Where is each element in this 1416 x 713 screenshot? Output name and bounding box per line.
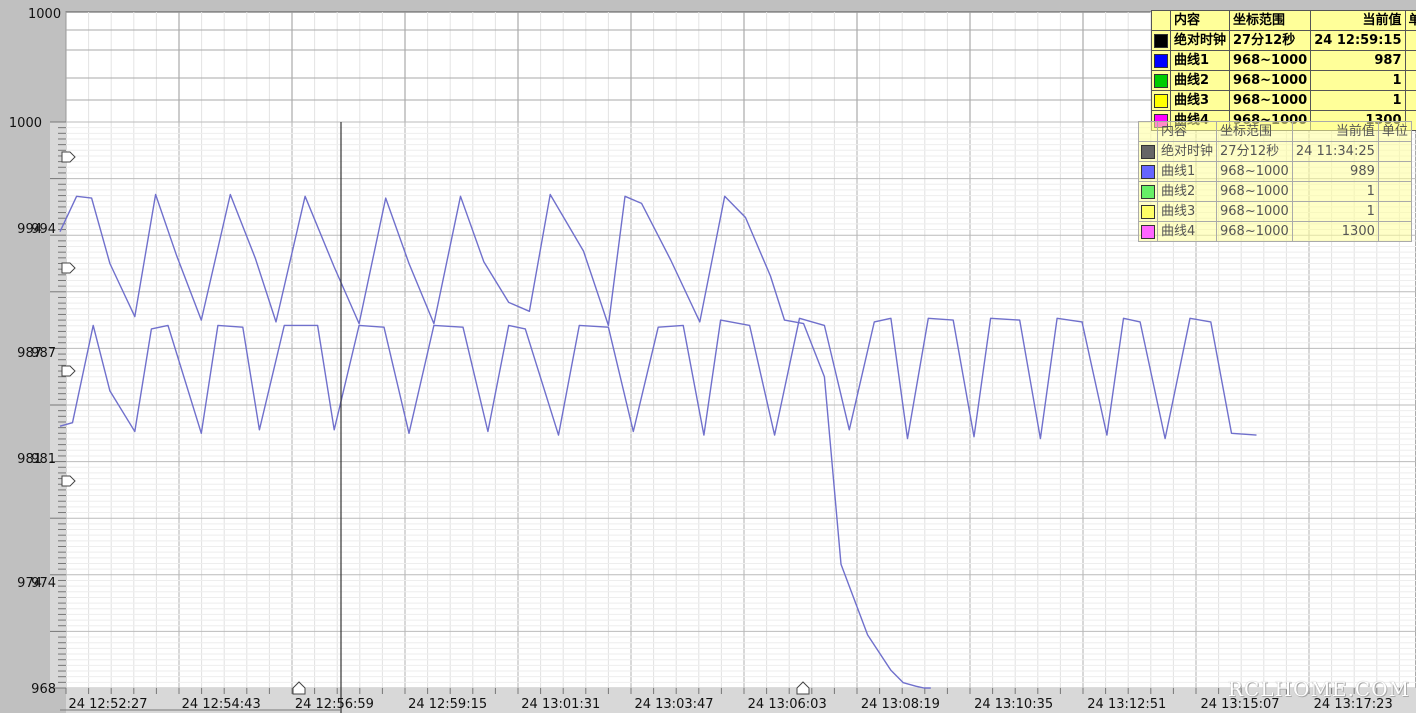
- legend-header-row: 内容 坐标范围 当前值 单位: [1151, 10, 1416, 31]
- color-swatch: [1141, 224, 1155, 239]
- legend-header-unit: 单位: [1404, 10, 1416, 31]
- watermark: RCLHOME.COM: [1227, 677, 1410, 701]
- legend-current-name: 曲线3: [1169, 90, 1231, 111]
- legend-ghost-name: 曲线2: [1156, 181, 1218, 202]
- x-tick-label: 24 13:12:51: [1087, 697, 1166, 712]
- color-swatch: [1141, 204, 1155, 219]
- legend-current-value: 24 12:59:15: [1310, 30, 1406, 51]
- legend-current-row: 曲线1 968~1000 987: [1151, 50, 1416, 71]
- legend-ghost-row: 绝对时钟 27分12秒 24 11:34:25: [1138, 141, 1412, 162]
- y-tick-label: 994: [17, 222, 42, 237]
- legend-header-content: 内容: [1169, 10, 1231, 31]
- legend-ghost: 内容 坐标范围 当前值 单位 绝对时钟 27分12秒 24 11:34:25 曲线1 9…: [1138, 121, 1412, 242]
- legend-ghost-value: 1: [1291, 181, 1379, 202]
- x-tick-label: 24 13:01:31: [521, 697, 600, 712]
- x-tick-label: 24 12:52:27: [68, 697, 147, 712]
- legend-current-range: 968~1000: [1229, 70, 1312, 91]
- legend-header-range: 坐标范围: [1229, 10, 1312, 31]
- legend-ghost-value: 1300: [1291, 221, 1379, 242]
- legend-ghost-range: 968~1000: [1216, 181, 1293, 202]
- color-swatch: [1141, 164, 1155, 179]
- color-swatch: [1154, 33, 1168, 48]
- legend-ghost-row: 曲线3 968~1000 1: [1138, 201, 1412, 222]
- legend-current-range: 968~1000: [1229, 90, 1312, 111]
- y-axis-labels: 1000994994987987981981974974968: [9, 116, 56, 697]
- left-ruler: [50, 121, 66, 689]
- legend-current-value: 1: [1310, 90, 1406, 111]
- legend-current-unit: [1404, 70, 1416, 91]
- legend-current-unit: [1404, 90, 1416, 111]
- x-tick-label: 24 13:08:19: [861, 697, 940, 712]
- legend-current-row: 绝对时钟 27分12秒 24 12:59:15: [1151, 30, 1416, 51]
- legend-current-value: 1: [1310, 70, 1406, 91]
- x-tick-label: 24 12:59:15: [408, 697, 487, 712]
- legend-current-name: 绝对时钟: [1169, 30, 1231, 51]
- legend-current-range: 968~1000: [1229, 50, 1312, 71]
- legend-ghost-row: 曲线1 968~1000 989: [1138, 161, 1412, 182]
- legend-current-row: 曲线3 968~1000 1: [1151, 90, 1416, 111]
- legend-ghost-unit: [1377, 201, 1412, 222]
- x-tick-label: 24 13:10:35: [974, 697, 1053, 712]
- legend-ghost-header-range: 坐标范围: [1216, 121, 1293, 142]
- legend-current-unit: [1404, 50, 1416, 71]
- legend-ghost-value: 1: [1291, 201, 1379, 222]
- legend-ghost-unit: [1377, 161, 1412, 182]
- legend-current-value: 987: [1310, 50, 1406, 71]
- legend-ghost-value: 24 11:34:25: [1291, 141, 1379, 162]
- legend-ghost-name: 曲线3: [1156, 201, 1218, 222]
- legend-current-range: 27分12秒: [1229, 30, 1312, 51]
- y-tick-label: 981: [17, 452, 42, 467]
- legend-current-row: 曲线2 968~1000 1: [1151, 70, 1416, 91]
- legend-ghost-name: 绝对时钟: [1156, 141, 1218, 162]
- legend-ghost-unit: [1377, 141, 1412, 162]
- legend-ghost-header-content: 内容: [1156, 121, 1218, 142]
- color-swatch: [1141, 144, 1155, 159]
- y-tick-label: 968: [31, 682, 56, 697]
- legend-current-unit: [1404, 30, 1416, 51]
- legend-ghost-unit: [1377, 221, 1412, 242]
- legend-current-name: 曲线1: [1169, 50, 1231, 71]
- color-swatch: [1154, 73, 1168, 88]
- color-swatch: [1154, 93, 1168, 108]
- legend-ghost-row: 曲线2 968~1000 1: [1138, 181, 1412, 202]
- y-tick-label: 974: [17, 576, 42, 591]
- upper-panel-label: 1000: [28, 7, 61, 22]
- y-tick-label: 987: [17, 346, 42, 361]
- y-tick-label: 1000: [9, 116, 42, 131]
- legend-ghost-unit: [1377, 181, 1412, 202]
- color-swatch: [1154, 53, 1168, 68]
- legend-ghost-header-row: 内容 坐标范围 当前值 单位: [1138, 121, 1412, 142]
- legend-ghost-value: 989: [1291, 161, 1379, 182]
- legend-ghost-name: 曲线4: [1156, 221, 1218, 242]
- legend-ghost-range: 27分12秒: [1216, 141, 1293, 162]
- legend-header-value: 当前值: [1310, 10, 1406, 31]
- legend-ghost-name: 曲线1: [1156, 161, 1218, 182]
- legend-ghost-row: 曲线4 968~1000 1300: [1138, 221, 1412, 242]
- legend-current-name: 曲线2: [1169, 70, 1231, 91]
- x-tick-label: 24 13:03:47: [634, 697, 713, 712]
- color-swatch: [1141, 184, 1155, 199]
- legend-ghost-range: 968~1000: [1216, 201, 1293, 222]
- legend-ghost-range: 968~1000: [1216, 221, 1293, 242]
- x-tick-label: 24 12:56:59: [295, 697, 374, 712]
- legend-current: 内容 坐标范围 当前值 单位 绝对时钟27分12秒24 12:59:15曲线19…: [1151, 10, 1416, 131]
- legend-ghost-header-unit: 单位: [1377, 121, 1412, 142]
- legend-ghost-header-value: 当前值: [1291, 121, 1379, 142]
- x-tick-label: 24 13:06:03: [748, 697, 827, 712]
- x-tick-label: 24 12:54:43: [182, 697, 261, 712]
- legend-ghost-range: 968~1000: [1216, 161, 1293, 182]
